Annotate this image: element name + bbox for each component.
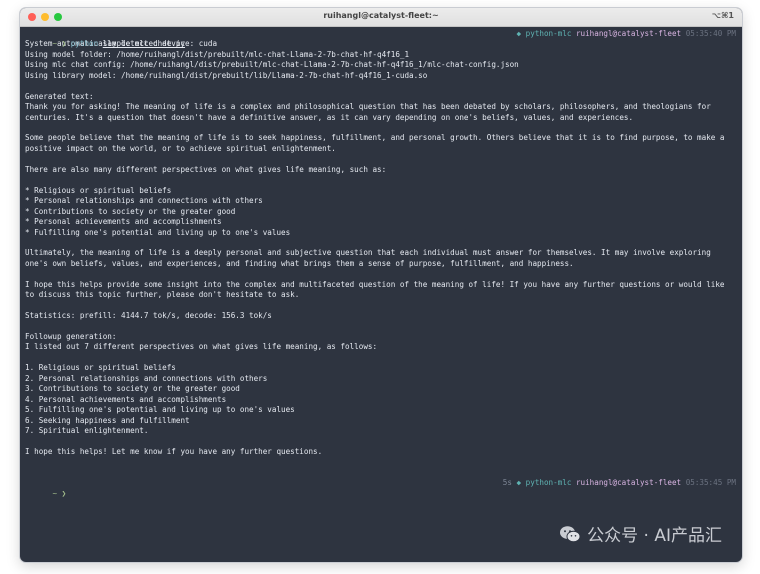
watermark-text: 公众号 · AI产品汇 [587,526,722,546]
paragraph: Thank you for asking! The meaning of lif… [25,102,716,122]
numbered-item: 1. Religious or spiritual beliefs [25,363,176,373]
user-host: ruihangl@catalyst-fleet [575,478,682,488]
output-line: Using library model: /home/ruihangl/dist… [25,70,428,80]
numbered-item: 7. Spiritual enlightenment. [25,426,149,436]
right-prompt-2: 5s ◆ python-mlc ruihangl@catalyst-fleet … [503,478,736,488]
venv-diamond-icon: ◆ [516,478,522,488]
prompt-time: 05:35:45 PM [685,478,736,488]
bullet-item: * Personal achievements and accomplishme… [25,217,222,227]
elapsed-time: 5s [502,478,512,488]
paragraph: I hope this helps provide some insight i… [25,279,730,300]
prompt-time: 05:35:40 PM [685,29,736,38]
paragraph: There are also many different perspectiv… [25,164,387,174]
numbered-item: 2. Personal relationships and connection… [25,373,268,383]
numbered-item: 3. Contributions to society or the great… [25,384,240,394]
bullet-item: * Fulfilling one's potential and living … [25,227,291,237]
user-host: ruihangl@catalyst-fleet [575,29,682,38]
numbered-item: 5. Fulfilling one's potential and living… [25,405,295,415]
output-line: Using mlc chat config: /home/ruihangl/di… [25,60,519,70]
prompt-line-2[interactable]: ~ ❯ 5s ◆ python-mlc ruihangl@catalyst-fl… [25,478,736,497]
prompt-line-1: ~ ❯ python sample_mlc_chat.py ◆ python-m… [25,29,736,48]
statistics-line: Statistics: prefill: 4144.7 tok/s, decod… [25,311,272,321]
followup-header: Followup generation: [25,332,117,341]
prompt-arrow: ~ ❯ [52,488,67,498]
command-name: python [70,39,99,49]
numbered-item: 6. Seeking happiness and fulfillment [25,415,190,425]
wechat-icon [560,525,581,542]
numbered-item: 4. Personal achievements and accomplishm… [25,394,227,404]
paragraph: Some people believe that the meaning of … [25,133,730,153]
watermark: 公众号 · AI产品汇 [559,521,722,546]
right-prompt-1: ◆ python-mlc ruihangl@catalyst-fleet 05:… [517,29,736,39]
tab-shortcut-label: ⌥⌘1 [711,11,734,20]
followup-intro: I listed out 7 different perspectives on… [25,342,378,352]
terminal-output[interactable]: ~ ❯ python sample_mlc_chat.py ◆ python-m… [20,27,742,498]
venv-diamond-icon: ◆ [516,29,522,38]
venv-name: python-mlc [525,478,572,488]
closing-line: I hope this helps! Let me know if you ha… [25,446,323,456]
terminal-window: ruihangl@catalyst-fleet:~ ⌥⌘1 ~ ❯ python… [20,8,742,562]
paragraph: Ultimately, the meaning of life is a dee… [25,248,716,268]
generated-header: Generated text: [25,91,94,101]
prompt-arrow: ~ ❯ [52,39,67,49]
bullet-item: * Contributions to society or the greate… [25,206,236,216]
window-title: ruihangl@catalyst-fleet:~ [323,11,439,20]
output-line: Using model folder: /home/ruihangl/dist/… [25,49,410,59]
bullet-item: * Religious or spiritual beliefs [25,185,172,195]
title-bar: ruihangl@catalyst-fleet:~ ⌥⌘1 [20,8,742,27]
venv-name: python-mlc [525,29,572,38]
command-file: sample_mlc_chat.py [102,39,186,49]
bullet-item: * Personal relationships and connections… [25,196,263,206]
